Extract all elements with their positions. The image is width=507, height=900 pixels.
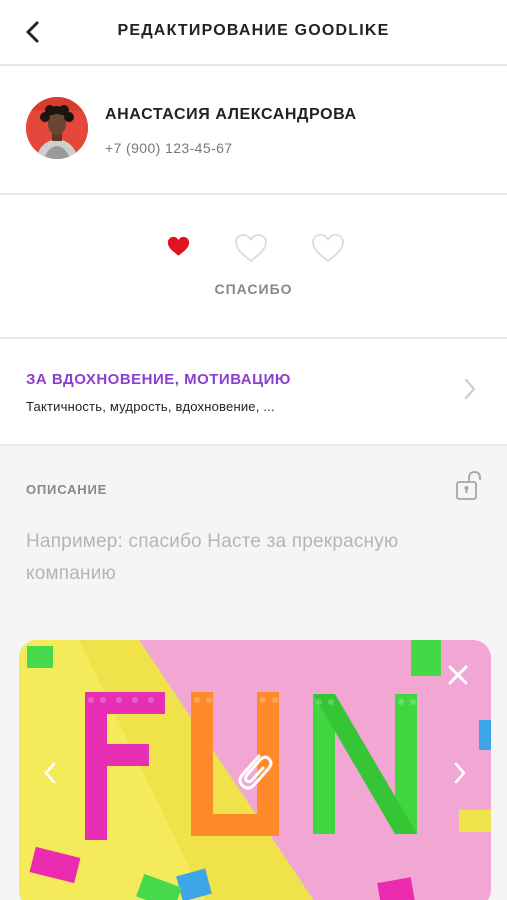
paperclip-icon (238, 754, 273, 790)
rating-label: СПАСИБО (214, 281, 293, 297)
avatar (26, 97, 88, 159)
rating-section: СПАСИБО (0, 195, 507, 339)
description-input[interactable]: Например: спасибо Насте за прекрасную ко… (26, 526, 446, 590)
description-label: ОПИСАНИЕ (26, 482, 108, 497)
previous-image-button[interactable] (43, 762, 57, 789)
chevron-right-icon (454, 762, 466, 784)
next-image-button[interactable] (453, 762, 467, 789)
chevron-right-icon (464, 378, 476, 400)
chevron-left-icon (44, 762, 56, 784)
attached-image (19, 640, 491, 900)
recipient-card: АНАСТАСИЯ АЛЕКСАНДРОВА +7 (900) 123-45-6… (0, 66, 507, 195)
heart-rating-3[interactable] (311, 233, 345, 268)
heart-filled-icon (167, 236, 190, 256)
heart-outline-icon (235, 234, 267, 263)
attach-image-button[interactable] (229, 746, 281, 803)
category-title: ЗА ВДОХНОВЕНИЕ, МОТИВАЦИЮ (26, 371, 291, 388)
page-title: РЕДАКТИРОВАНИЕ GOODLIKE (117, 22, 390, 39)
remove-image-button[interactable] (447, 664, 469, 691)
close-icon (448, 665, 468, 685)
unlock-icon (456, 471, 481, 500)
category-selector[interactable]: ЗА ВДОХНОВЕНИЕ, МОТИВАЦИЮ Тактичность, м… (0, 339, 507, 446)
heart-outline-icon (312, 234, 344, 263)
header-bar: РЕДАКТИРОВАНИЕ GOODLIKE (0, 0, 507, 66)
heart-rating-2[interactable] (234, 233, 268, 268)
category-subtitle: Тактичность, мудрость, вдохновение, ... (26, 399, 275, 414)
visibility-lock-button[interactable] (455, 470, 481, 507)
heart-rating-1[interactable] (165, 233, 193, 264)
recipient-phone: +7 (900) 123-45-67 (105, 140, 233, 156)
recipient-name: АНАСТАСИЯ АЛЕКСАНДРОВА (105, 106, 357, 123)
